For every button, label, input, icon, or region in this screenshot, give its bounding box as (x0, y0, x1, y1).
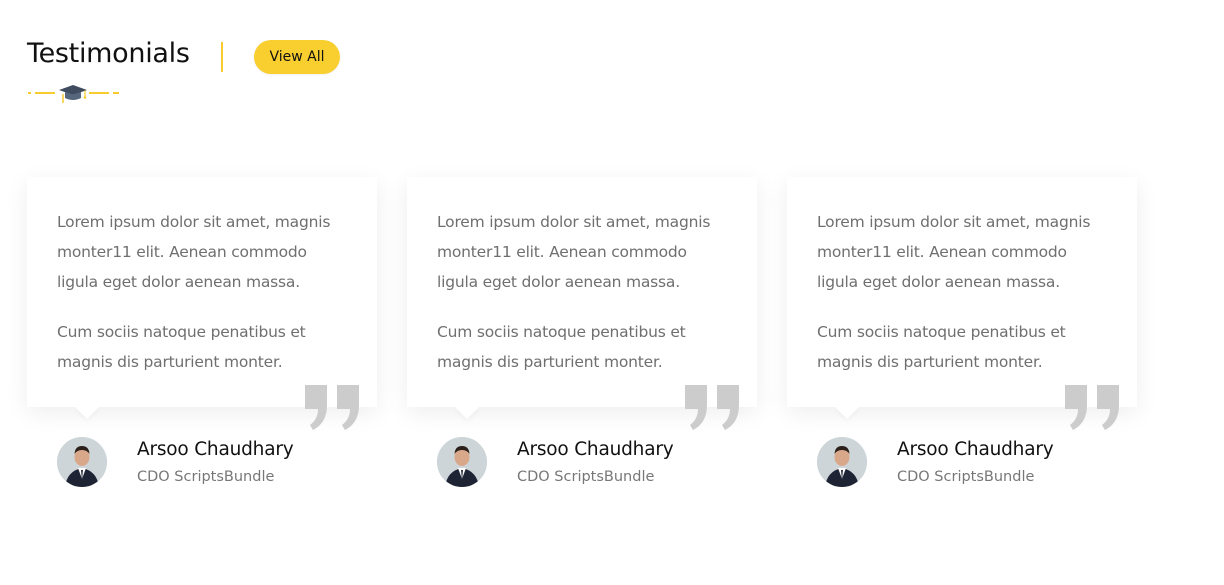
author-name: Arsoo Chaudhary (897, 439, 1054, 460)
testimonials-section: Testimonials View All Lorem ipsum dolor … (0, 0, 1224, 585)
author-name: Arsoo Chaudhary (517, 439, 674, 460)
testimonial-paragraph: Lorem ipsum dolor sit amet, magnis monte… (57, 213, 331, 291)
testimonial-author: Arsoo Chaudhary CDO ScriptsBundle (787, 437, 1137, 517)
testimonial-paragraph: Cum sociis natoque penatibus et magnis d… (437, 323, 686, 371)
graduation-cap-icon (59, 85, 87, 103)
header-divider (221, 42, 223, 72)
view-all-button[interactable]: View All (254, 40, 340, 74)
testimonial-card: Lorem ipsum dolor sit amet, magnis monte… (27, 177, 377, 430)
testimonial-card: Lorem ipsum dolor sit amet, magnis monte… (407, 177, 757, 430)
card-pointer (75, 407, 99, 419)
testimonial-paragraph: Lorem ipsum dolor sit amet, magnis monte… (817, 213, 1091, 291)
avatar[interactable] (57, 437, 107, 487)
testimonial-paragraph: Cum sociis natoque penatibus et magnis d… (57, 323, 306, 371)
author-role: CDO ScriptsBundle (137, 469, 275, 485)
testimonial-item: Lorem ipsum dolor sit amet, magnis monte… (27, 177, 377, 517)
quote-icon (685, 385, 739, 430)
author-name: Arsoo Chaudhary (137, 439, 294, 460)
testimonial-author: Arsoo Chaudhary CDO ScriptsBundle (407, 437, 757, 517)
testimonial-paragraph: Lorem ipsum dolor sit amet, magnis monte… (437, 213, 711, 291)
title-ornament (27, 82, 122, 106)
card-pointer (455, 407, 479, 419)
testimonial-item: Lorem ipsum dolor sit amet, magnis monte… (787, 177, 1137, 517)
author-role: CDO ScriptsBundle (517, 469, 655, 485)
section-title: Testimonials (27, 38, 190, 69)
testimonial-card: Lorem ipsum dolor sit amet, magnis monte… (787, 177, 1137, 430)
card-pointer (835, 407, 859, 419)
quote-icon (1065, 385, 1119, 430)
avatar[interactable] (817, 437, 867, 487)
author-role: CDO ScriptsBundle (897, 469, 1035, 485)
quote-icon (305, 385, 359, 430)
testimonial-item: Lorem ipsum dolor sit amet, magnis monte… (407, 177, 757, 517)
testimonial-author: Arsoo Chaudhary CDO ScriptsBundle (27, 437, 377, 517)
testimonial-paragraph: Cum sociis natoque penatibus et magnis d… (817, 323, 1066, 371)
avatar[interactable] (437, 437, 487, 487)
